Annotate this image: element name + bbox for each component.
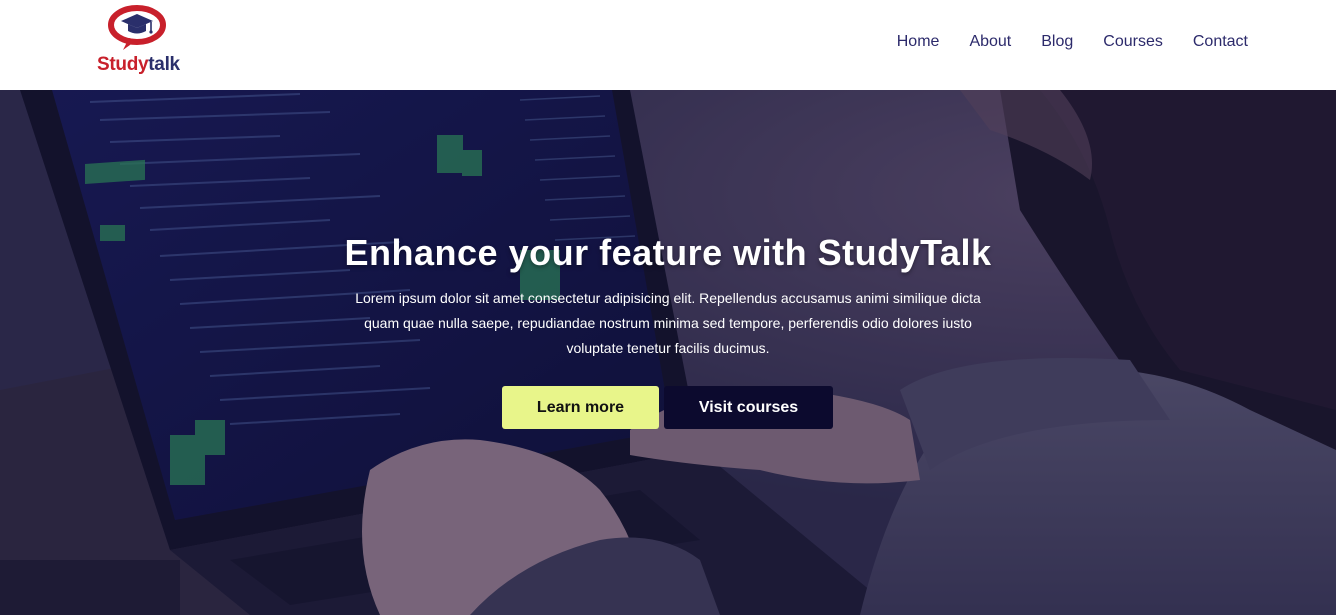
graduation-cap-speech-bubble-icon: [108, 5, 166, 50]
logo-text-study: Study: [97, 54, 149, 75]
hero-section: Enhance your feature with StudyTalk Lore…: [0, 90, 1336, 615]
main-nav: Home About Blog Courses Contact: [897, 30, 1248, 54]
hero-content: Enhance your feature with StudyTalk Lore…: [0, 90, 1336, 615]
hero-title: Enhance your feature with StudyTalk: [344, 232, 992, 273]
nav-home-link[interactable]: Home: [897, 30, 940, 54]
nav-about-link[interactable]: About: [969, 30, 1011, 54]
nav-contact-link[interactable]: Contact: [1193, 30, 1248, 54]
learn-more-button[interactable]: Learn more: [502, 386, 659, 429]
site-header: Studytalk Home About Blog Courses Contac…: [0, 0, 1336, 90]
visit-courses-button[interactable]: Visit courses: [664, 386, 833, 429]
nav-courses-link[interactable]: Courses: [1103, 30, 1163, 54]
nav-blog-link[interactable]: Blog: [1041, 30, 1073, 54]
logo-text-talk: talk: [148, 54, 180, 75]
logo[interactable]: Studytalk: [97, 4, 180, 76]
hero-description: Lorem ipsum dolor sit amet consectetur a…: [355, 290, 981, 356]
logo-wordmark: Studytalk: [97, 54, 180, 76]
